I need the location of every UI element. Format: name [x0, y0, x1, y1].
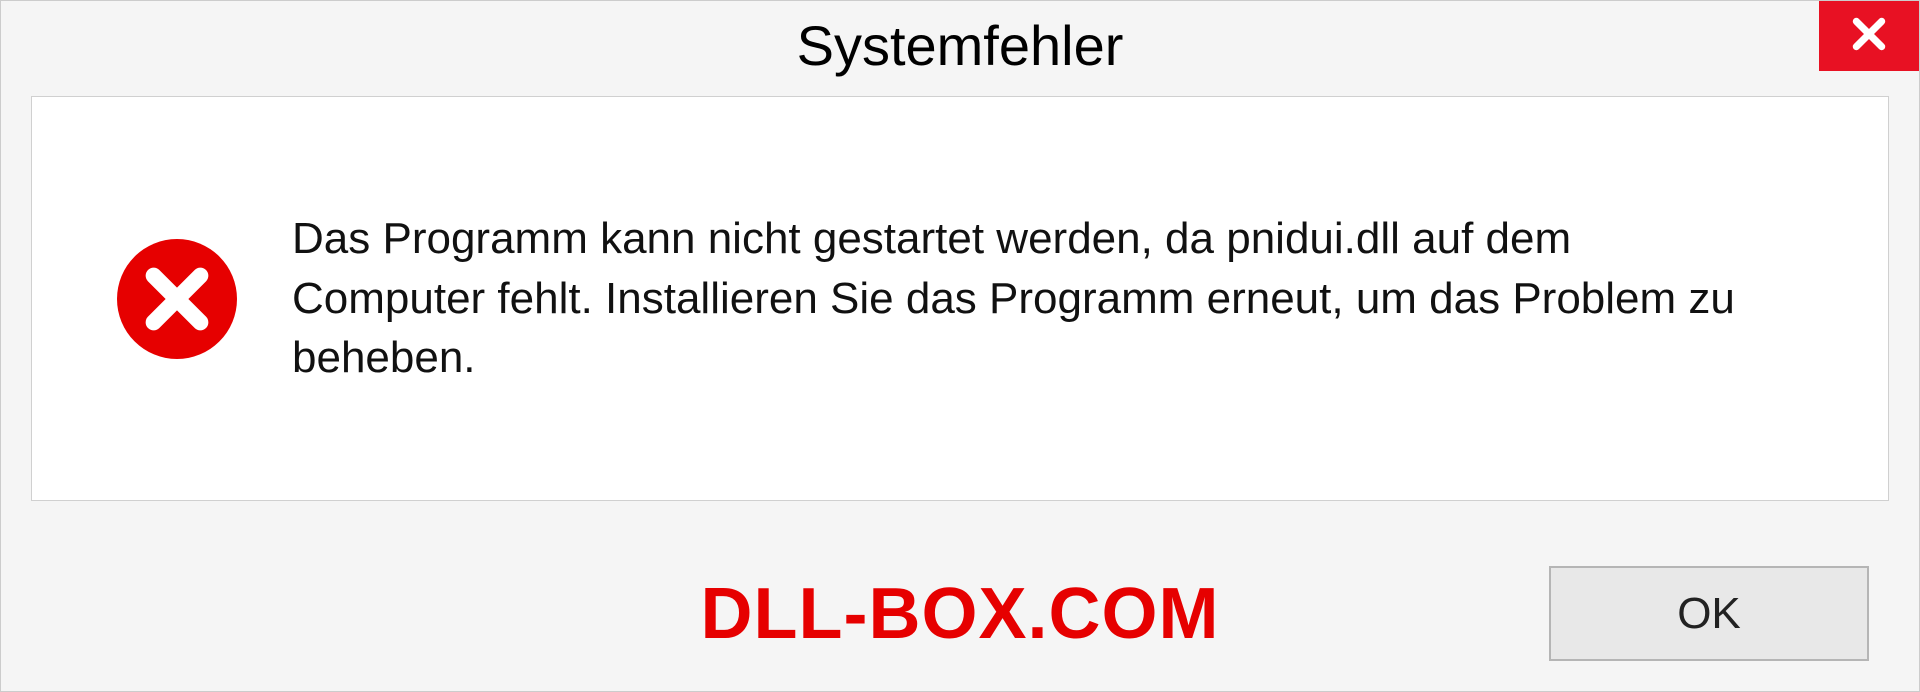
content-panel: Das Programm kann nicht gestartet werden…	[31, 96, 1889, 501]
ok-button-label: OK	[1677, 589, 1741, 639]
error-icon	[117, 239, 237, 359]
watermark-text: DLL-BOX.COM	[701, 573, 1220, 655]
close-button[interactable]	[1819, 1, 1919, 71]
ok-button[interactable]: OK	[1549, 566, 1869, 661]
footer: DLL-BOX.COM OK	[1, 566, 1919, 661]
close-icon	[1850, 15, 1888, 58]
window-title: Systemfehler	[797, 13, 1124, 78]
titlebar: Systemfehler	[1, 1, 1919, 96]
error-message: Das Programm kann nicht gestartet werden…	[292, 209, 1772, 387]
